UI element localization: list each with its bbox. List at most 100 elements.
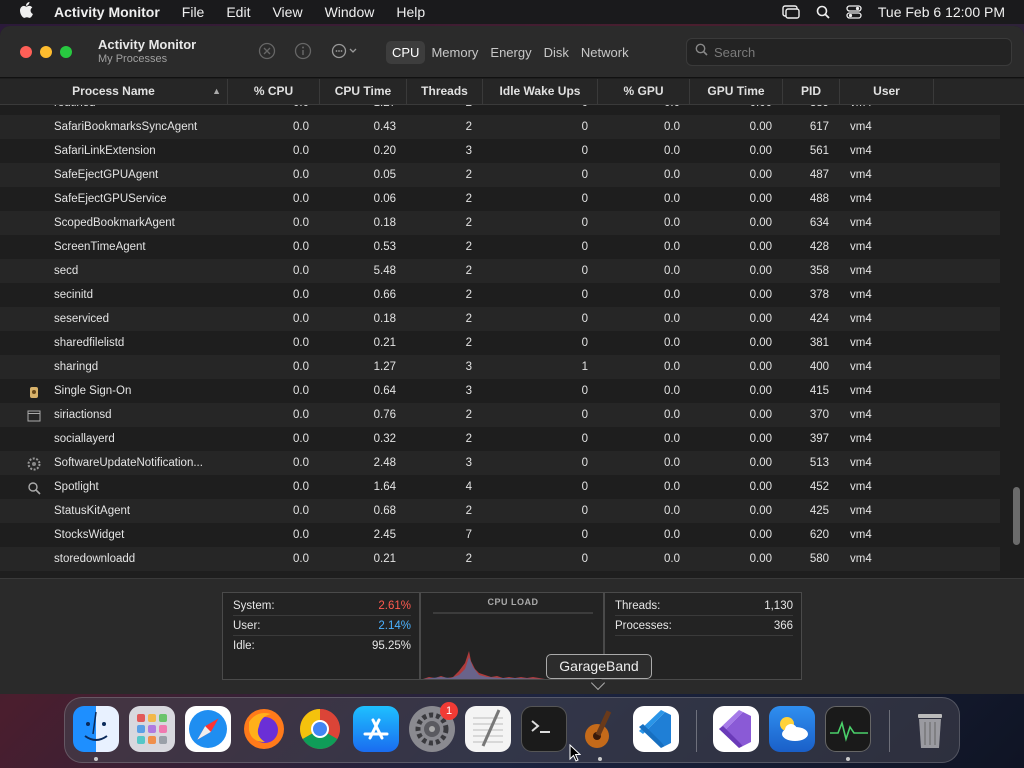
cpu-time-cell: 0.76 <box>373 409 396 421</box>
title-bar: Activity Monitor My Processes CPU Memory… <box>0 26 1024 78</box>
gpu-percent-cell: 0.0 <box>664 169 680 181</box>
table-row[interactable]: SafariLinkExtension 0.0 0.20 3 0 0.0 0.00 561 vm… <box>0 139 1000 163</box>
column-gpu-percent[interactable]: % GPU <box>598 79 690 104</box>
column-label: Process Name <box>72 84 155 98</box>
table-row[interactable]: SoftwareUpdateNotification... 0.0 2.48 3 0 0.… <box>0 451 1000 475</box>
table-row[interactable]: SafeEjectGPUService 0.0 0.06 2 0 0.0 0.00 488 vm… <box>0 187 1000 211</box>
threads-cell: 3 <box>465 385 472 397</box>
menu-file[interactable]: File <box>171 4 216 20</box>
cpu-percent-cell: 0.0 <box>293 433 309 445</box>
search-input[interactable] <box>714 44 994 60</box>
gpu-time-cell: 0.00 <box>749 529 772 541</box>
idle-wake-ups-cell: 0 <box>581 481 588 493</box>
screen-mirroring-icon[interactable] <box>782 5 800 19</box>
processes-label: Processes: <box>615 620 672 632</box>
menu-edit[interactable]: Edit <box>215 4 261 20</box>
table-row[interactable]: secinitd 0.0 0.66 2 0 0.0 0.00 378 vm4 <box>0 283 1000 307</box>
idle-label: Idle: <box>233 640 255 652</box>
gpu-percent-cell: 0.0 <box>664 121 680 133</box>
info-icon[interactable] <box>292 40 314 62</box>
pid-cell: 452 <box>809 481 829 493</box>
menubar-clock[interactable]: Tue Feb 6 12:00 PM <box>878 4 1005 20</box>
table-row[interactable]: routined 0.0 1.27 2 0 0.0 0.00 389 vm4 <box>0 105 1000 115</box>
table-row[interactable]: sharingd 0.0 1.27 3 1 0.0 0.00 400 vm4 <box>0 355 1000 379</box>
table-row[interactable]: sociallayerd 0.0 0.32 2 0 0.0 0.00 397 vm4 <box>0 427 1000 451</box>
gpu-percent-cell: 0.0 <box>664 385 680 397</box>
tab-energy[interactable]: Energy <box>484 41 537 64</box>
app-store-icon[interactable] <box>353 706 399 752</box>
more-actions-icon[interactable] <box>328 40 362 62</box>
menu-window[interactable]: Window <box>314 4 386 20</box>
vertical-scrollbar[interactable] <box>1008 105 1024 578</box>
user-cell: vm4 <box>850 433 872 445</box>
column-user[interactable]: User <box>840 79 934 104</box>
cpu-time-cell: 1.64 <box>373 481 396 493</box>
cpu-percent-cell: 0.0 <box>293 289 309 301</box>
column-process-name[interactable]: Process Name ▲ <box>0 79 228 104</box>
close-window-button[interactable] <box>20 45 32 58</box>
menu-view[interactable]: View <box>261 4 313 20</box>
cpu-percent-cell: 0.0 <box>230 105 309 115</box>
cpu-percent-cell: 0.0 <box>293 337 309 349</box>
table-row[interactable]: ScopedBookmarkAgent 0.0 0.18 2 0 0.0 0.00 634 vm… <box>0 211 1000 235</box>
firefox-icon[interactable] <box>241 706 287 752</box>
table-row[interactable]: ScreenTimeAgent 0.0 0.53 2 0 0.0 0.00 428 vm4 <box>0 235 1000 259</box>
column-threads[interactable]: Threads <box>407 79 483 104</box>
table-row[interactable]: siriactionsd 0.0 0.76 2 0 0.0 0.00 370 vm4 <box>0 403 1000 427</box>
toolbar-actions <box>256 40 362 62</box>
stat-system: System: 2.61% <box>233 596 411 616</box>
chrome-icon[interactable] <box>297 706 343 752</box>
table-row[interactable]: sharedfilelistd 0.0 0.21 2 0 0.0 0.00 381 vm4 <box>0 331 1000 355</box>
search-field[interactable] <box>686 38 1012 66</box>
tab-cpu[interactable]: CPU <box>386 40 426 64</box>
apple-menu-icon[interactable] <box>0 1 52 23</box>
gpu-percent-cell: 0.0 <box>664 289 680 301</box>
table-row[interactable]: SafeEjectGPUAgent 0.0 0.05 2 0 0.0 0.00 487 vm4 <box>0 163 1000 187</box>
column-cpu-time[interactable]: CPU Time <box>320 79 407 104</box>
zoom-window-button[interactable] <box>60 45 72 58</box>
table-row[interactable]: StatusKitAgent 0.0 0.68 2 0 0.0 0.00 425 vm4 <box>0 499 1000 523</box>
table-row[interactable]: seserviced 0.0 0.18 2 0 0.0 0.00 424 vm4 <box>0 307 1000 331</box>
gpu-time-cell: 0.00 <box>749 289 772 301</box>
control-center-icon[interactable] <box>846 5 862 19</box>
activity-monitor-dock-icon[interactable] <box>825 706 871 752</box>
table-row[interactable]: storedownloadd 0.0 0.21 2 0 0.0 0.00 580 vm4 <box>0 547 1000 571</box>
terminal-icon[interactable] <box>521 706 567 752</box>
table-row[interactable]: SafariBookmarksSyncAgent 0.0 0.43 2 0 0.0 0.00… <box>0 115 1000 139</box>
tab-network[interactable]: Network <box>575 41 635 64</box>
column-idle-wake-ups[interactable]: Idle Wake Ups <box>483 79 598 104</box>
gpu-time-cell: 0.00 <box>749 385 772 397</box>
table-row[interactable]: Spotlight 0.0 1.64 4 0 0.0 0.00 452 vm4 <box>0 475 1000 499</box>
gpu-percent-cell: 0.0 <box>664 241 680 253</box>
user-cell: vm4 <box>850 481 872 493</box>
textedit-icon[interactable] <box>465 706 511 752</box>
finder-icon[interactable] <box>73 706 119 752</box>
weather-icon[interactable] <box>769 706 815 752</box>
column-cpu-percent[interactable]: % CPU <box>228 79 320 104</box>
threads-cell: 7 <box>465 529 472 541</box>
column-gpu-time[interactable]: GPU Time <box>690 79 783 104</box>
user-cell: vm4 <box>850 313 872 325</box>
menu-help[interactable]: Help <box>385 4 436 20</box>
search-icon[interactable] <box>816 5 830 19</box>
menu-app-name[interactable]: Activity Monitor <box>52 4 171 20</box>
gpu-time-cell: 0.00 <box>749 217 772 229</box>
vscode-icon[interactable] <box>633 706 679 752</box>
launchpad-icon[interactable] <box>129 706 175 752</box>
stop-process-icon[interactable] <box>256 40 278 62</box>
garageband-icon[interactable] <box>577 706 623 752</box>
scrollbar-thumb[interactable] <box>1013 487 1020 545</box>
gear-icon <box>27 456 41 471</box>
visual-studio-icon[interactable] <box>713 706 759 752</box>
tab-disk[interactable]: Disk <box>538 41 575 64</box>
column-pid[interactable]: PID <box>783 79 840 104</box>
table-row[interactable]: StocksWidget 0.0 2.45 7 0 0.0 0.00 620 vm4 <box>0 523 1000 547</box>
minimize-window-button[interactable] <box>40 45 52 58</box>
safari-icon[interactable] <box>185 706 231 752</box>
tab-memory[interactable]: Memory <box>425 41 484 64</box>
table-row[interactable]: Single Sign-On 0.0 0.64 3 0 0.0 0.00 415 vm4 <box>0 379 1000 403</box>
user-cell: vm4 <box>850 409 872 421</box>
threads-cell: 2 <box>465 265 472 277</box>
table-row[interactable]: secd 0.0 5.48 2 0 0.0 0.00 358 vm4 <box>0 259 1000 283</box>
trash-icon[interactable] <box>907 706 953 752</box>
